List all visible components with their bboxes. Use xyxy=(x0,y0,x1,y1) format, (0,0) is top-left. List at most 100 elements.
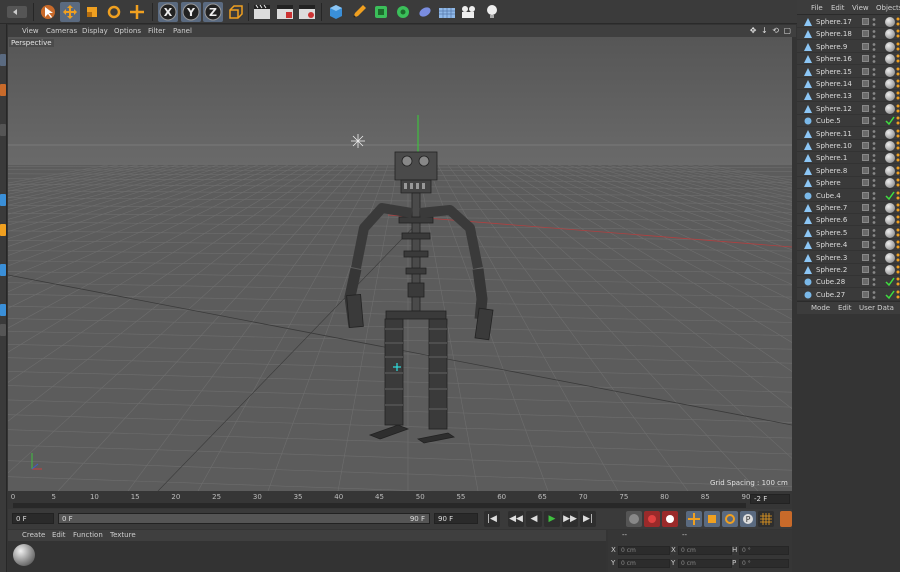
editor-render-dots-icon[interactable] xyxy=(872,191,876,201)
editor-render-dots-icon[interactable] xyxy=(872,215,876,225)
phong-tag-icon[interactable] xyxy=(896,191,900,201)
material-tag-icon[interactable] xyxy=(885,17,895,27)
phong-tag-icon[interactable] xyxy=(896,277,900,287)
camera-icon[interactable] xyxy=(459,2,479,22)
position-y-field[interactable]: 0 cm xyxy=(618,559,670,568)
phong-tag-icon[interactable] xyxy=(896,166,900,176)
key-point-level-icon[interactable] xyxy=(758,511,774,527)
material-tag-icon[interactable] xyxy=(885,103,895,114)
editor-render-dots-icon[interactable] xyxy=(872,17,876,27)
object-name[interactable]: Sphere.17 xyxy=(816,18,852,26)
layer-visibility-icon[interactable] xyxy=(862,278,869,286)
om-objects-menu[interactable]: Objects xyxy=(876,4,900,12)
object-row[interactable]: Sphere.16 xyxy=(797,53,900,66)
editor-render-dots-icon[interactable] xyxy=(872,166,876,176)
layer-visibility-icon[interactable] xyxy=(862,80,869,87)
cameras-menu[interactable]: Cameras xyxy=(46,27,77,35)
tweak-mode-icon[interactable] xyxy=(0,304,6,316)
object-row[interactable]: Cube.5 xyxy=(797,115,900,128)
timeline-ruler[interactable]: 0 5 10 15 20 25 30 35 40 45 50 55 60 65 70 75 80 85 90 -2 … xyxy=(8,491,792,509)
material-tag-icon[interactable] xyxy=(885,141,895,151)
texture-mode-icon[interactable] xyxy=(0,84,6,96)
x-axis-icon[interactable]: X xyxy=(158,2,178,22)
phong-tag-icon[interactable] xyxy=(896,67,900,77)
layer-visibility-icon[interactable] xyxy=(862,191,869,199)
object-name[interactable]: Sphere xyxy=(816,179,841,187)
editor-render-dots-icon[interactable] xyxy=(872,141,876,151)
material-texture-menu[interactable]: Texture xyxy=(110,531,136,539)
record-key-icon[interactable] xyxy=(644,511,660,527)
object-row[interactable]: Sphere.9 xyxy=(797,41,900,53)
size-x-field[interactable]: 0 cm xyxy=(678,546,732,555)
material-tag-icon[interactable] xyxy=(885,79,895,89)
phong-tag-icon[interactable] xyxy=(896,129,900,139)
current-frame-field[interactable]: -2 F xyxy=(750,494,790,504)
object-name[interactable]: Cube.27 xyxy=(816,291,845,299)
object-row[interactable]: Sphere.4 xyxy=(797,239,900,252)
layer-visibility-icon[interactable] xyxy=(862,142,869,149)
editor-render-dots-icon[interactable] xyxy=(872,91,876,101)
object-row[interactable]: Sphere.18 xyxy=(797,28,900,41)
attr-user-data-menu[interactable]: User Data xyxy=(859,304,894,312)
world-coordinates-icon[interactable] xyxy=(226,2,246,22)
layer-visibility-icon[interactable] xyxy=(862,67,869,75)
editor-render-dots-icon[interactable] xyxy=(872,265,876,275)
rotation-h-field[interactable]: 0 ° xyxy=(739,546,789,555)
phong-tag-icon[interactable] xyxy=(896,178,900,188)
layer-visibility-icon[interactable] xyxy=(862,266,869,273)
light-icon[interactable] xyxy=(482,2,502,22)
object-name[interactable]: Sphere.7 xyxy=(816,204,847,212)
layer-visibility-icon[interactable] xyxy=(862,179,869,187)
object-name[interactable]: Sphere.16 xyxy=(816,55,852,63)
polygons-mode-icon[interactable] xyxy=(0,224,6,236)
material-preview-icon[interactable] xyxy=(13,544,35,566)
layer-visibility-icon[interactable] xyxy=(862,104,869,112)
editor-render-dots-icon[interactable] xyxy=(872,290,876,300)
3d-viewport[interactable] xyxy=(8,37,792,491)
z-axis-icon[interactable]: Z xyxy=(203,2,223,22)
autokey-icon[interactable] xyxy=(662,511,678,527)
phong-tag-icon[interactable] xyxy=(896,17,900,27)
object-row[interactable]: Sphere.14 xyxy=(797,78,900,90)
object-row[interactable]: Sphere.8 xyxy=(797,165,900,177)
object-row[interactable]: Sphere.17 xyxy=(797,16,900,28)
array-icon[interactable] xyxy=(393,2,413,22)
layer-visibility-icon[interactable] xyxy=(862,253,869,261)
next-key-button[interactable]: ▶▶ xyxy=(562,511,578,527)
phong-tag-icon[interactable] xyxy=(896,290,900,300)
cube-icon[interactable] xyxy=(326,2,346,22)
phong-tag-icon[interactable] xyxy=(896,203,900,213)
pen-icon[interactable] xyxy=(349,2,369,22)
material-manager-area[interactable] xyxy=(8,541,606,572)
viewport-navigation-icons[interactable]: ✥ ↓ ⟲ ▢ xyxy=(750,26,792,35)
edges-mode-icon[interactable] xyxy=(0,194,6,206)
editor-render-dots-icon[interactable] xyxy=(872,253,876,263)
object-name[interactable]: Sphere.18 xyxy=(816,30,852,38)
tag-check-icon[interactable] xyxy=(885,116,895,126)
phong-tag-icon[interactable] xyxy=(896,91,900,101)
render-picture-viewer-icon[interactable] xyxy=(275,2,295,22)
undo-icon[interactable] xyxy=(4,2,30,22)
layer-visibility-icon[interactable] xyxy=(862,166,869,174)
object-row[interactable]: Sphere.12 xyxy=(797,103,900,115)
timeline-track[interactable] xyxy=(13,503,746,508)
layer-visibility-icon[interactable] xyxy=(862,42,869,50)
object-name[interactable]: Sphere.8 xyxy=(816,167,847,175)
object-name[interactable]: Cube.4 xyxy=(816,192,841,200)
layer-visibility-icon[interactable] xyxy=(862,30,869,38)
select-arrow-icon[interactable] xyxy=(38,2,58,22)
material-tag-icon[interactable] xyxy=(885,54,895,65)
size-y-field[interactable]: 0 cm xyxy=(678,559,732,568)
layer-visibility-icon[interactable] xyxy=(862,117,869,125)
key-rotation-icon[interactable] xyxy=(722,511,738,527)
phong-tag-icon[interactable] xyxy=(896,141,900,151)
editor-render-dots-icon[interactable] xyxy=(872,240,876,250)
display-menu[interactable]: Display xyxy=(82,27,108,35)
attr-edit-menu[interactable]: Edit xyxy=(838,304,852,312)
light-gizmo-icon[interactable] xyxy=(351,134,365,148)
layer-visibility-icon[interactable] xyxy=(862,129,869,137)
phong-tag-icon[interactable] xyxy=(896,240,900,250)
previous-frame-button[interactable]: ◀ xyxy=(526,511,542,527)
rotation-p-field[interactable]: 0 ° xyxy=(739,559,789,568)
scale-icon[interactable] xyxy=(82,2,102,22)
